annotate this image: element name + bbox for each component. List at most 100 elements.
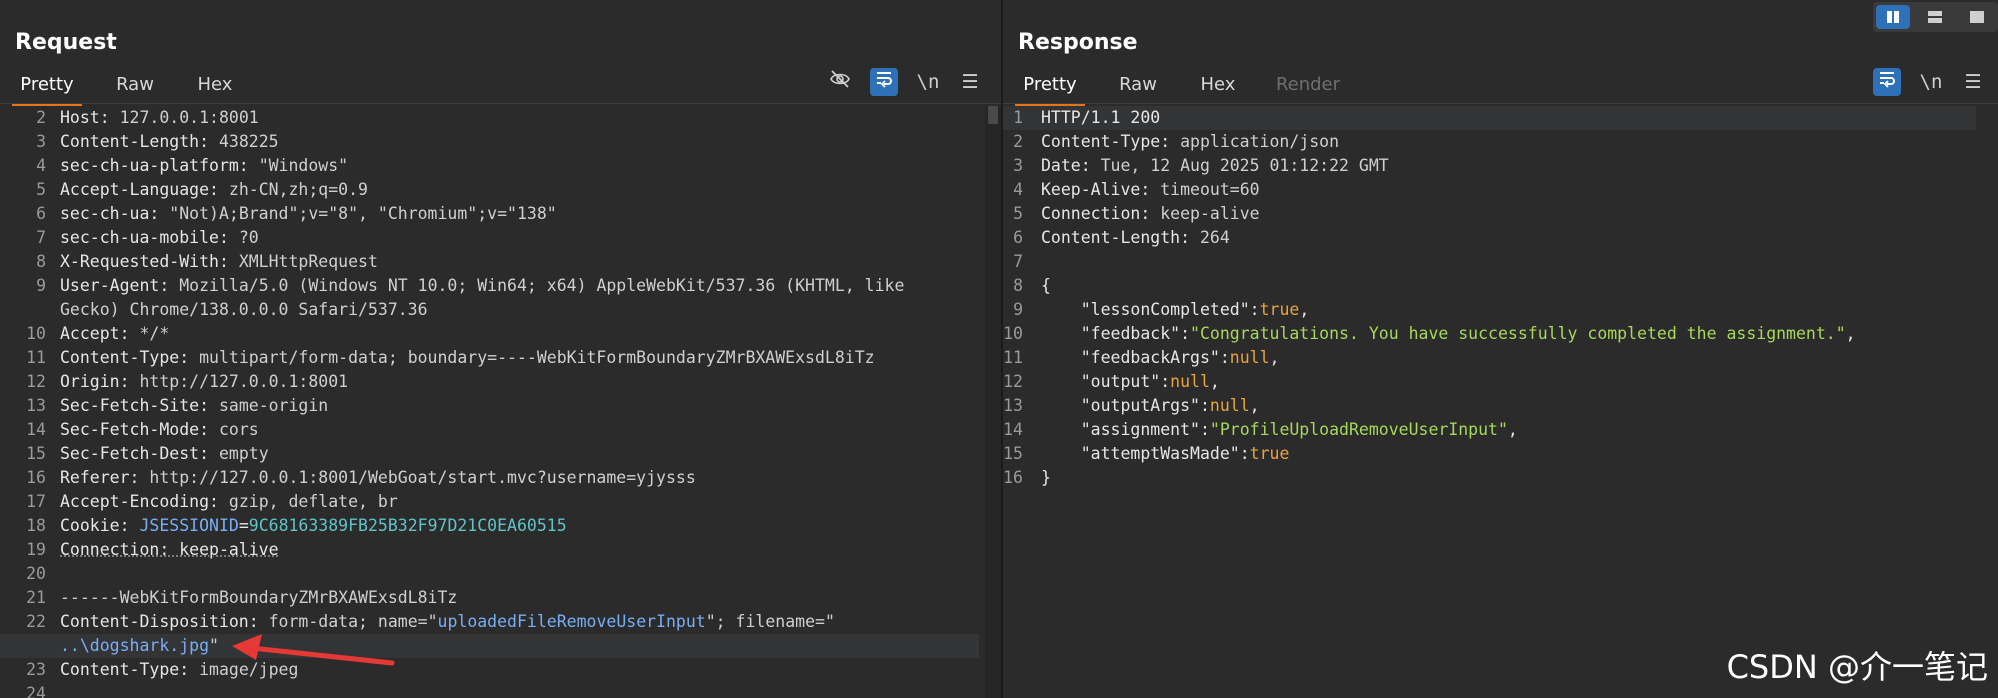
code-line[interactable]: 9 "lessonCompleted":true,: [1003, 298, 1976, 322]
request-tabs-divider: [0, 103, 1001, 104]
code-line[interactable]: 2 Content-Type: application/json: [1003, 130, 1976, 154]
code-token: XMLHttpRequest: [238, 252, 378, 271]
code-line[interactable]: 3 Content-Length: 438225: [0, 130, 979, 154]
request-tab-raw[interactable]: Raw: [102, 70, 168, 103]
code-token: "Windows": [258, 156, 349, 175]
response-tab-pretty[interactable]: Pretty: [1015, 70, 1085, 106]
code-line[interactable]: 10 Accept: */*: [0, 322, 979, 346]
newline-toggle-button[interactable]: \n: [914, 68, 942, 96]
line-number: 15: [26, 444, 46, 463]
code-line[interactable]: 13 Sec-Fetch-Site: same-origin: [0, 394, 979, 418]
line-text: Content-Disposition: form-data; name="up…: [60, 610, 835, 634]
code-line[interactable]: 8 X-Requested-With: XMLHttpRequest: [0, 250, 979, 274]
code-line[interactable]: 19 Connection: keep-alive: [0, 538, 979, 562]
code-line[interactable]: Gecko) Chrome/138.0.0.0 Safari/537.36: [0, 298, 979, 322]
code-token: {: [1041, 276, 1051, 295]
code-line[interactable]: 20: [0, 562, 979, 586]
line-text: "attemptWasMade":true: [1041, 442, 1290, 466]
code-line[interactable]: ..\dogshark.jpg": [0, 634, 979, 658]
code-line[interactable]: 11 "feedbackArgs":null,: [1003, 346, 1976, 370]
code-line[interactable]: 12 "output":null,: [1003, 370, 1976, 394]
code-line[interactable]: 7: [1003, 250, 1976, 274]
code-line[interactable]: 8{: [1003, 274, 1976, 298]
line-text: Sec-Fetch-Site: same-origin: [60, 394, 328, 418]
code-line[interactable]: 6 Content-Length: 264: [1003, 226, 1976, 250]
code-line[interactable]: 1 HTTP/1.1 200: [1003, 106, 1976, 130]
code-token: :: [1160, 372, 1171, 391]
code-token: Accept-Language:: [60, 180, 229, 199]
code-token: Connection:: [1041, 204, 1161, 223]
code-token: http://127.0.0.1:8001/WebGoat/start.mvc?…: [149, 468, 696, 487]
line-number: 6: [1013, 228, 1023, 247]
line-text: {: [1041, 274, 1051, 298]
code-line[interactable]: 3 Date: Tue, 12 Aug 2025 01:12:22 GMT: [1003, 154, 1976, 178]
code-token: Content-Type:: [60, 348, 200, 367]
code-line[interactable]: 23 Content-Type: image/jpeg: [0, 658, 979, 682]
code-token: true: [1259, 300, 1300, 319]
line-text: Accept: */*: [60, 322, 169, 346]
code-token: Accept-Encoding:: [60, 492, 229, 511]
request-tab-hex[interactable]: Hex: [185, 70, 245, 103]
code-token: sec-ch-ua-mobile:: [60, 228, 239, 247]
response-tab-hex[interactable]: Hex: [1188, 70, 1248, 103]
layout-single-button[interactable]: [1960, 5, 1994, 29]
code-line[interactable]: 24: [0, 682, 979, 698]
response-menu-icon[interactable]: ☰: [1959, 68, 1987, 96]
code-line[interactable]: 16}: [1003, 466, 1976, 490]
response-tab-raw[interactable]: Raw: [1105, 70, 1171, 103]
request-editor[interactable]: 2 Host: 127.0.0.1:8001 3 Content-Length: 43…: [0, 106, 1001, 698]
code-line[interactable]: 5 Connection: keep-alive: [1003, 202, 1976, 226]
code-line[interactable]: 2 Host: 127.0.0.1:8001: [0, 106, 979, 130]
code-token: cors: [218, 420, 259, 439]
code-line[interactable]: 4 sec-ch-ua-platform: "Windows": [0, 154, 979, 178]
code-line[interactable]: 14 Sec-Fetch-Mode: cors: [0, 418, 979, 442]
code-token: :: [1219, 348, 1230, 367]
request-menu-icon[interactable]: ☰: [956, 68, 984, 96]
code-line[interactable]: 12 Origin: http://127.0.0.1:8001: [0, 370, 979, 394]
code-line[interactable]: 4 Keep-Alive: timeout=60: [1003, 178, 1976, 202]
code-line[interactable]: 15 "attemptWasMade":true: [1003, 442, 1976, 466]
hide-eye-icon[interactable]: [826, 68, 854, 96]
code-token: :: [1239, 444, 1250, 463]
line-number: 8: [1013, 276, 1023, 295]
wrap-lines-button[interactable]: [870, 68, 898, 96]
response-editor[interactable]: 1 HTTP/1.1 200 2 Content-Type: application/…: [1003, 106, 1998, 698]
code-line[interactable]: 9 User-Agent: Mozilla/5.0 (Windows NT 10.…: [0, 274, 979, 298]
response-tab-render[interactable]: Render: [1268, 70, 1348, 103]
layout-stacked-button[interactable]: [1918, 5, 1952, 29]
request-scrollbar[interactable]: [985, 106, 1001, 698]
code-line[interactable]: 14 "assignment":"ProfileUploadRemoveUser…: [1003, 418, 1976, 442]
code-line[interactable]: 7 sec-ch-ua-mobile: ?0: [0, 226, 979, 250]
line-number: 12: [1003, 372, 1023, 391]
code-line[interactable]: 21 ------WebKitFormBoundaryZMrBXAWExsdL8i…: [0, 586, 979, 610]
code-line[interactable]: 18 Cookie: JSESSIONID=9C68163389FB25B32F9…: [0, 514, 979, 538]
line-text: User-Agent: Mozilla/5.0 (Windows NT 10.0…: [60, 274, 904, 298]
response-wrap-lines-button[interactable]: [1873, 68, 1901, 96]
layout-side-by-side-button[interactable]: [1876, 5, 1910, 29]
wrap-icon: [877, 72, 892, 88]
code-line[interactable]: 11 Content-Type: multipart/form-data; bou…: [0, 346, 979, 370]
code-line[interactable]: 13 "outputArgs":null,: [1003, 394, 1976, 418]
scrollbar-thumb[interactable]: [988, 106, 998, 124]
code-line[interactable]: 15 Sec-Fetch-Dest: empty: [0, 442, 979, 466]
code-line[interactable]: 10 "feedback":"Congratulations. You have…: [1003, 322, 1976, 346]
line-text: Content-Length: 264: [1041, 226, 1230, 250]
code-token: "Not)A;Brand";v="8", "Chromium";v="138": [169, 204, 557, 223]
wrap-icon: [1880, 72, 1895, 88]
line-text: sec-ch-ua: "Not)A;Brand";v="8", "Chromiu…: [60, 202, 557, 226]
code-line[interactable]: 6 sec-ch-ua: "Not)A;Brand";v="8", "Chromi…: [0, 202, 979, 226]
code-line[interactable]: 22 Content-Disposition: form-data; name="…: [0, 610, 979, 634]
response-pane: Response Pretty Raw Hex Render \n ☰ 1 HTT…: [1003, 0, 1998, 698]
line-number: 15: [1003, 444, 1023, 463]
line-text: sec-ch-ua-mobile: ?0: [60, 226, 259, 250]
code-line[interactable]: 16 Referer: http://127.0.0.1:8001/WebGoat…: [0, 466, 979, 490]
code-line[interactable]: 5 Accept-Language: zh-CN,zh;q=0.9: [0, 178, 979, 202]
request-tab-pretty[interactable]: Pretty: [12, 70, 82, 106]
response-newline-toggle-button[interactable]: \n: [1917, 68, 1945, 96]
line-number: 12: [26, 372, 46, 391]
line-text: Content-Type: image/jpeg: [60, 658, 298, 682]
code-token: "; filename=": [705, 612, 835, 631]
line-text: "feedbackArgs":null,: [1041, 346, 1280, 370]
code-line[interactable]: 17 Accept-Encoding: gzip, deflate, br: [0, 490, 979, 514]
code-token: Keep-Alive:: [1041, 180, 1161, 199]
